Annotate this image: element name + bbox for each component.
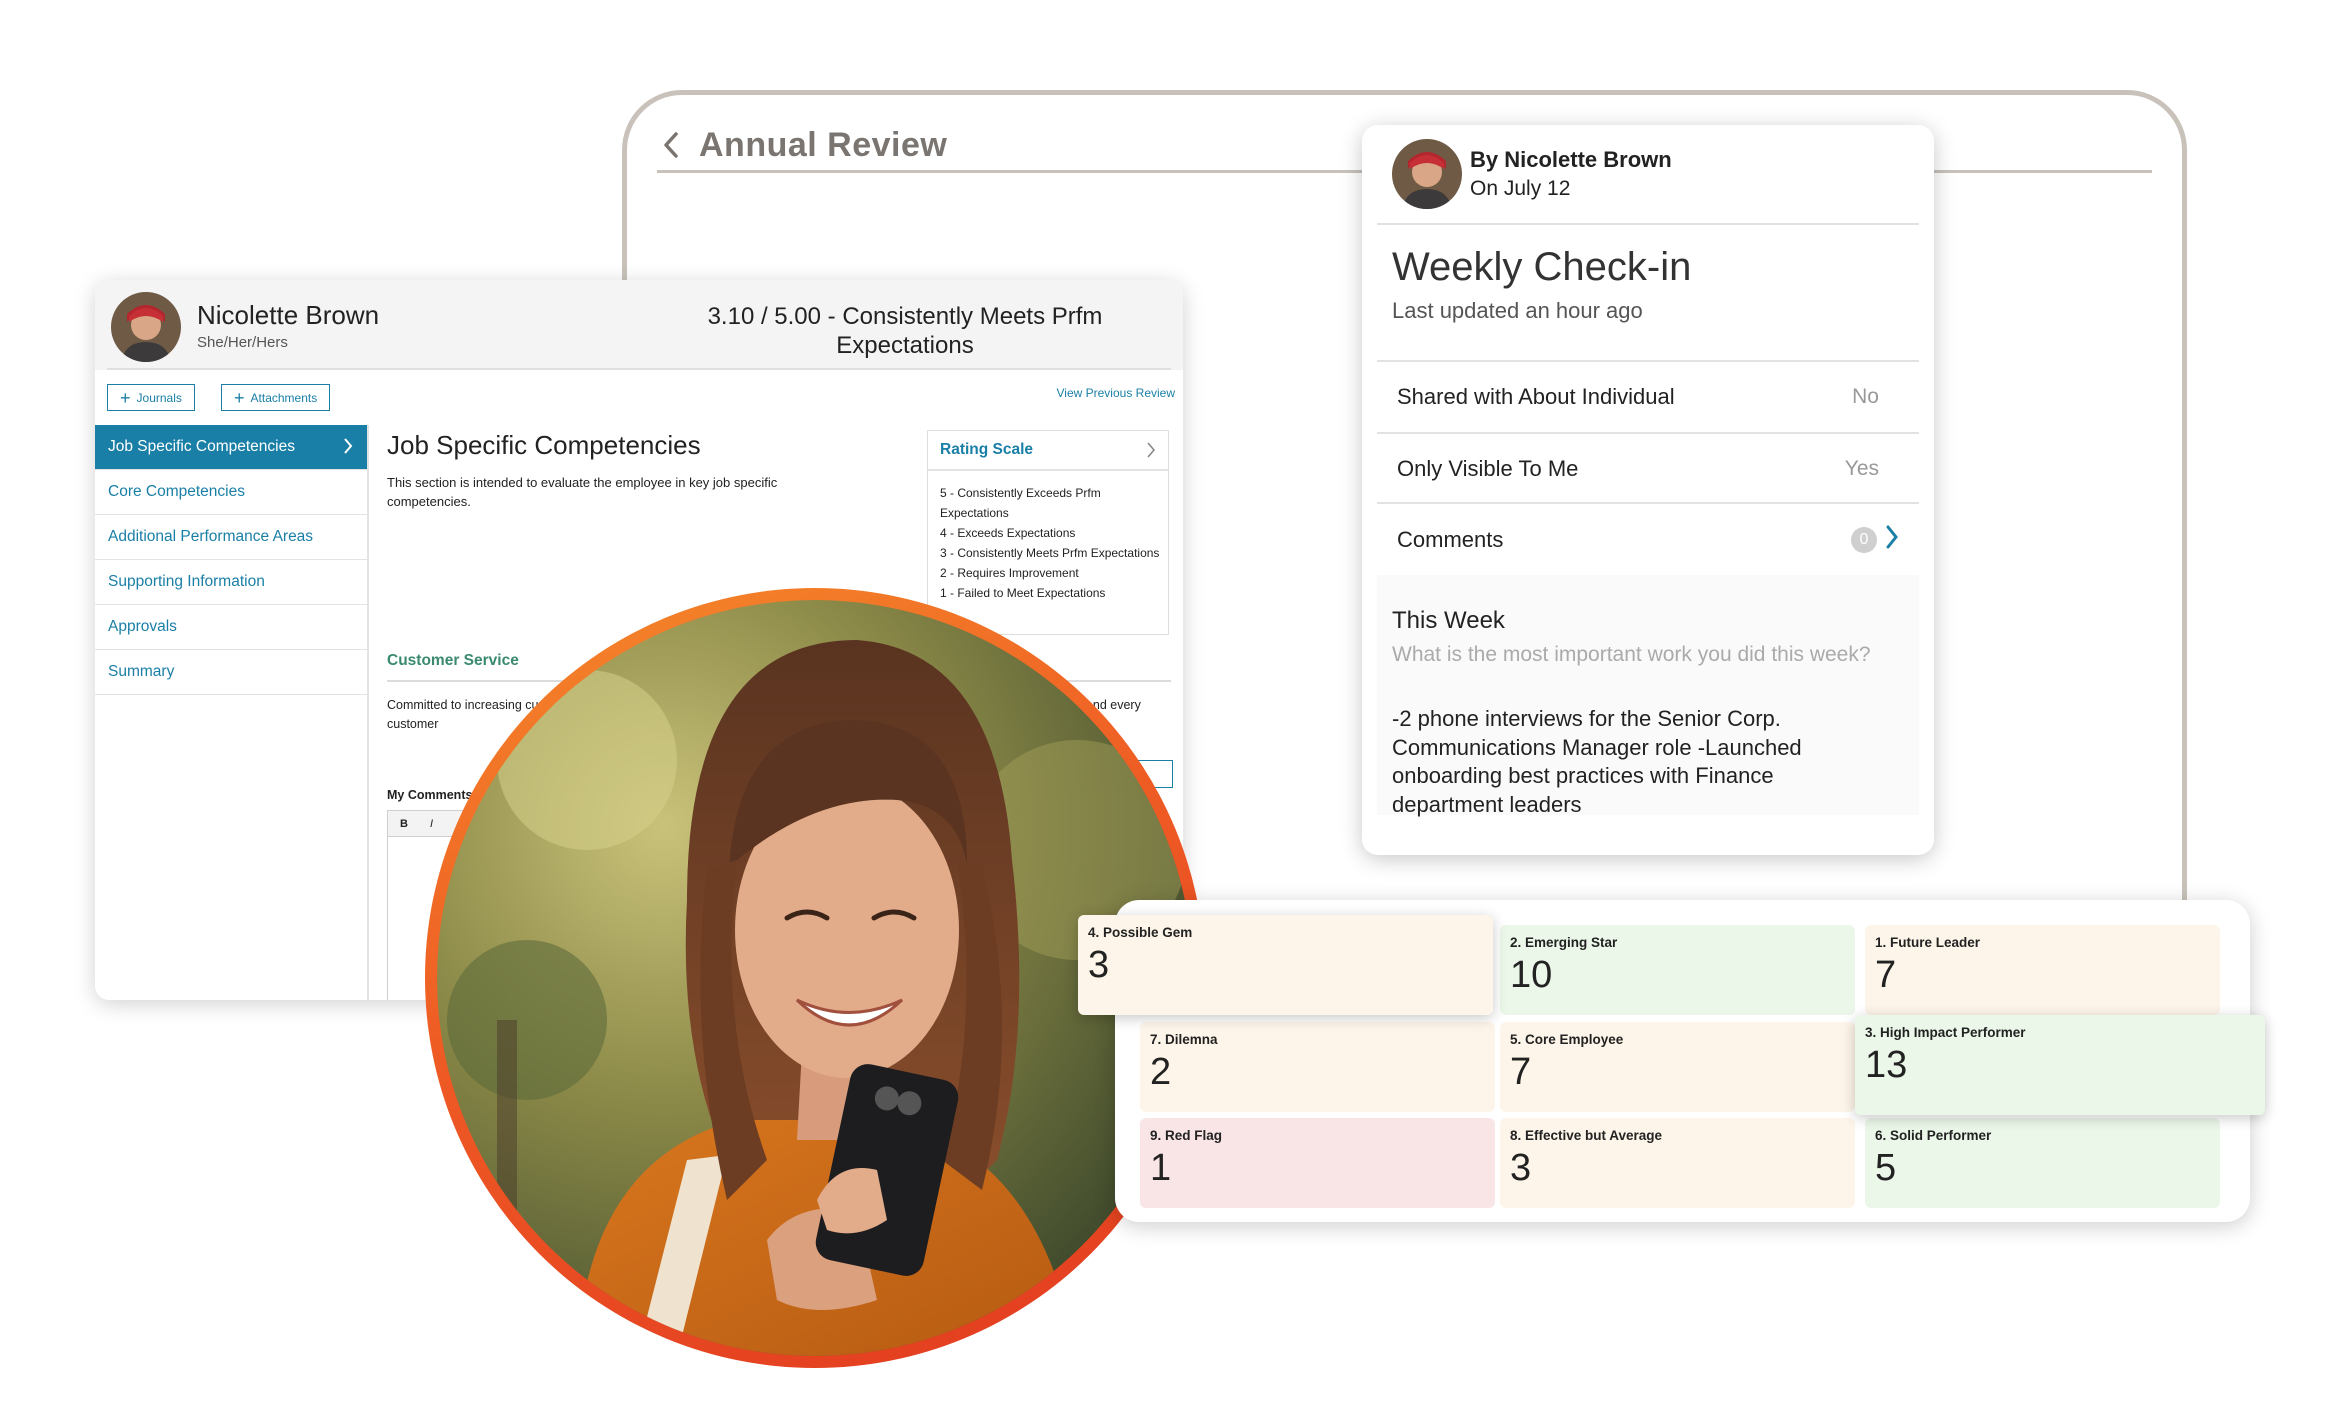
chevron-right-icon[interactable] [1885, 524, 1899, 556]
cell-value: 3 [1088, 944, 1110, 986]
cell-label: 7. Dilemna [1150, 1032, 1218, 1047]
back-chevron-icon[interactable] [657, 125, 685, 165]
shared-with-row[interactable]: Shared with About Individual No [1377, 362, 1919, 432]
rating-item: 5 - Consistently Exceeds Prfm Expectatio… [940, 486, 1101, 520]
nav-item-label: Approvals [108, 618, 177, 635]
this-week-answer: -2 phone interviews for the Senior Corp.… [1392, 706, 1802, 817]
rating-item: 1 - Failed to Meet Expectations [940, 586, 1106, 600]
nav-item-supporting-information[interactable]: Supporting Information [95, 560, 367, 605]
rating-scale-panel: Rating Scale 5 - Consistently Exceeds Pr… [927, 430, 1169, 635]
comments-row[interactable]: Comments 0 [1377, 505, 1919, 575]
header-divider [107, 368, 1171, 370]
cell-value: 1 [1150, 1147, 1172, 1189]
nav-item-label: Additional Performance Areas [108, 528, 314, 545]
cell-value: 7 [1875, 954, 1897, 996]
cell-label: 8. Effective but Average [1510, 1128, 1663, 1143]
view-previous-review-link[interactable]: View Previous Review [1057, 386, 1176, 400]
grid-cell-solid-performer[interactable]: 6. Solid Performer 5 [1865, 1118, 2220, 1208]
nav-item-summary[interactable]: Summary [95, 650, 367, 695]
grid-cell-dilemna[interactable]: 7. Dilemna 2 [1140, 1022, 1495, 1112]
cell-label: 3. High Impact Performer [1865, 1025, 2026, 1040]
checkin-date: On July 12 [1470, 177, 1571, 200]
employee-pronouns: She/Her/Hers [197, 334, 288, 351]
checkin-updated: Last updated an hour ago [1392, 298, 1643, 323]
comments-count-badge: 0 [1851, 527, 1877, 553]
grid-cell-possible-gem[interactable]: 4. Possible Gem 3 [1078, 915, 1493, 1015]
bold-button[interactable]: B [400, 818, 408, 830]
review-sidebar: Job Specific Competencies Core Competenc… [95, 425, 369, 1000]
weekly-checkin-card: By Nicolette Brown On July 12 Weekly Che… [1362, 125, 1934, 855]
avatar [1392, 139, 1462, 209]
this-week-question: What is the most important work you did … [1392, 643, 1871, 666]
grid-cell-high-impact-performer[interactable]: 3. High Impact Performer 13 [1855, 1015, 2265, 1115]
section-title: Job Specific Competencies [387, 430, 701, 460]
comments-label: Comments [1397, 527, 1504, 552]
rating-divider [928, 469, 1168, 471]
nav-item-label: Core Competencies [108, 483, 245, 500]
rating-scale-title[interactable]: Rating Scale [940, 441, 1033, 459]
rating-item: 3 - Consistently Meets Prfm Expectations [940, 546, 1160, 560]
nav-item-label: Job Specific Competencies [108, 438, 295, 455]
cell-label: 5. Core Employee [1510, 1032, 1624, 1047]
visibility-row[interactable]: Only Visible To Me Yes [1377, 434, 1919, 504]
chevron-right-icon [343, 437, 353, 460]
cell-value: 3 [1510, 1147, 1532, 1189]
annual-review-title: Annual Review [699, 125, 948, 164]
checkin-title: Weekly Check-in [1392, 245, 1692, 289]
nav-item-job-specific-competencies[interactable]: Job Specific Competencies [95, 425, 367, 470]
cell-label: 2. Emerging Star [1510, 935, 1618, 950]
cell-label: 4. Possible Gem [1088, 925, 1193, 940]
grid-cell-effective-but-average[interactable]: 8. Effective but Average 3 [1500, 1118, 1855, 1208]
grid-cell-future-leader[interactable]: 1. Future Leader 7 [1865, 925, 2220, 1015]
review-header: Nicolette Brown She/Her/Hers 3.10 / 5.00… [95, 280, 1183, 370]
nav-item-additional-performance-areas[interactable]: Additional Performance Areas [95, 515, 367, 560]
competency-title: Customer Service [387, 652, 519, 669]
journals-label: Journals [136, 390, 182, 405]
attachments-label: Attachments [250, 390, 318, 405]
cell-value: 10 [1510, 954, 1553, 996]
rating-scale-list: 5 - Consistently Exceeds Prfm Expectatio… [940, 483, 1168, 603]
visibility-label: Only Visible To Me [1397, 456, 1579, 481]
nav-item-label: Supporting Information [108, 573, 265, 590]
chevron-right-icon[interactable] [1146, 441, 1156, 464]
italic-button[interactable]: I [430, 818, 433, 830]
my-comments-label: My Comments [387, 788, 473, 802]
grid-cell-red-flag[interactable]: 9. Red Flag 1 [1140, 1118, 1495, 1208]
section-description: This section is intended to evaluate the… [387, 475, 778, 509]
review-score: 3.10 / 5.00 - Consistently Meets Prfm Ex… [707, 303, 1103, 359]
plus-icon: + [234, 387, 245, 408]
cell-value: 2 [1150, 1051, 1172, 1093]
attachments-button[interactable]: + Attachments [221, 384, 331, 411]
cell-label: 9. Red Flag [1150, 1128, 1223, 1143]
cell-label: 1. Future Leader [1875, 935, 1981, 950]
checkin-author: By Nicolette Brown [1470, 147, 1672, 172]
journals-button[interactable]: + Journals [107, 384, 195, 411]
nav-item-label: Summary [108, 663, 175, 680]
rating-item: 4 - Exceeds Expectations [940, 526, 1076, 540]
divider [1377, 502, 1919, 504]
nav-item-core-competencies[interactable]: Core Competencies [95, 470, 367, 515]
divider [1377, 223, 1919, 225]
this-week-heading: This Week [1392, 607, 1505, 634]
nav-item-approvals[interactable]: Approvals [95, 605, 367, 650]
plus-icon: + [120, 387, 131, 408]
cell-value: 5 [1875, 1147, 1897, 1189]
shared-value: No [1852, 385, 1879, 408]
visibility-value: Yes [1844, 457, 1879, 480]
cell-value: 7 [1510, 1051, 1532, 1093]
rating-item: 2 - Requires Improvement [940, 566, 1079, 580]
cell-value: 13 [1865, 1044, 1908, 1086]
grid-cell-core-employee[interactable]: 5. Core Employee 7 [1500, 1022, 1855, 1112]
employee-name: Nicolette Brown [197, 300, 380, 330]
section-content: Job Specific Competencies This section i… [387, 430, 907, 511]
nine-box-grid: 4. Possible Gem 3 2. Emerging Star 10 1.… [1078, 900, 2265, 1222]
avatar [111, 292, 181, 362]
shared-label: Shared with About Individual [1397, 384, 1675, 409]
grid-cell-emerging-star[interactable]: 2. Emerging Star 10 [1500, 925, 1855, 1015]
cell-label: 6. Solid Performer [1875, 1128, 1992, 1143]
annual-review-header: Annual Review [657, 115, 947, 175]
